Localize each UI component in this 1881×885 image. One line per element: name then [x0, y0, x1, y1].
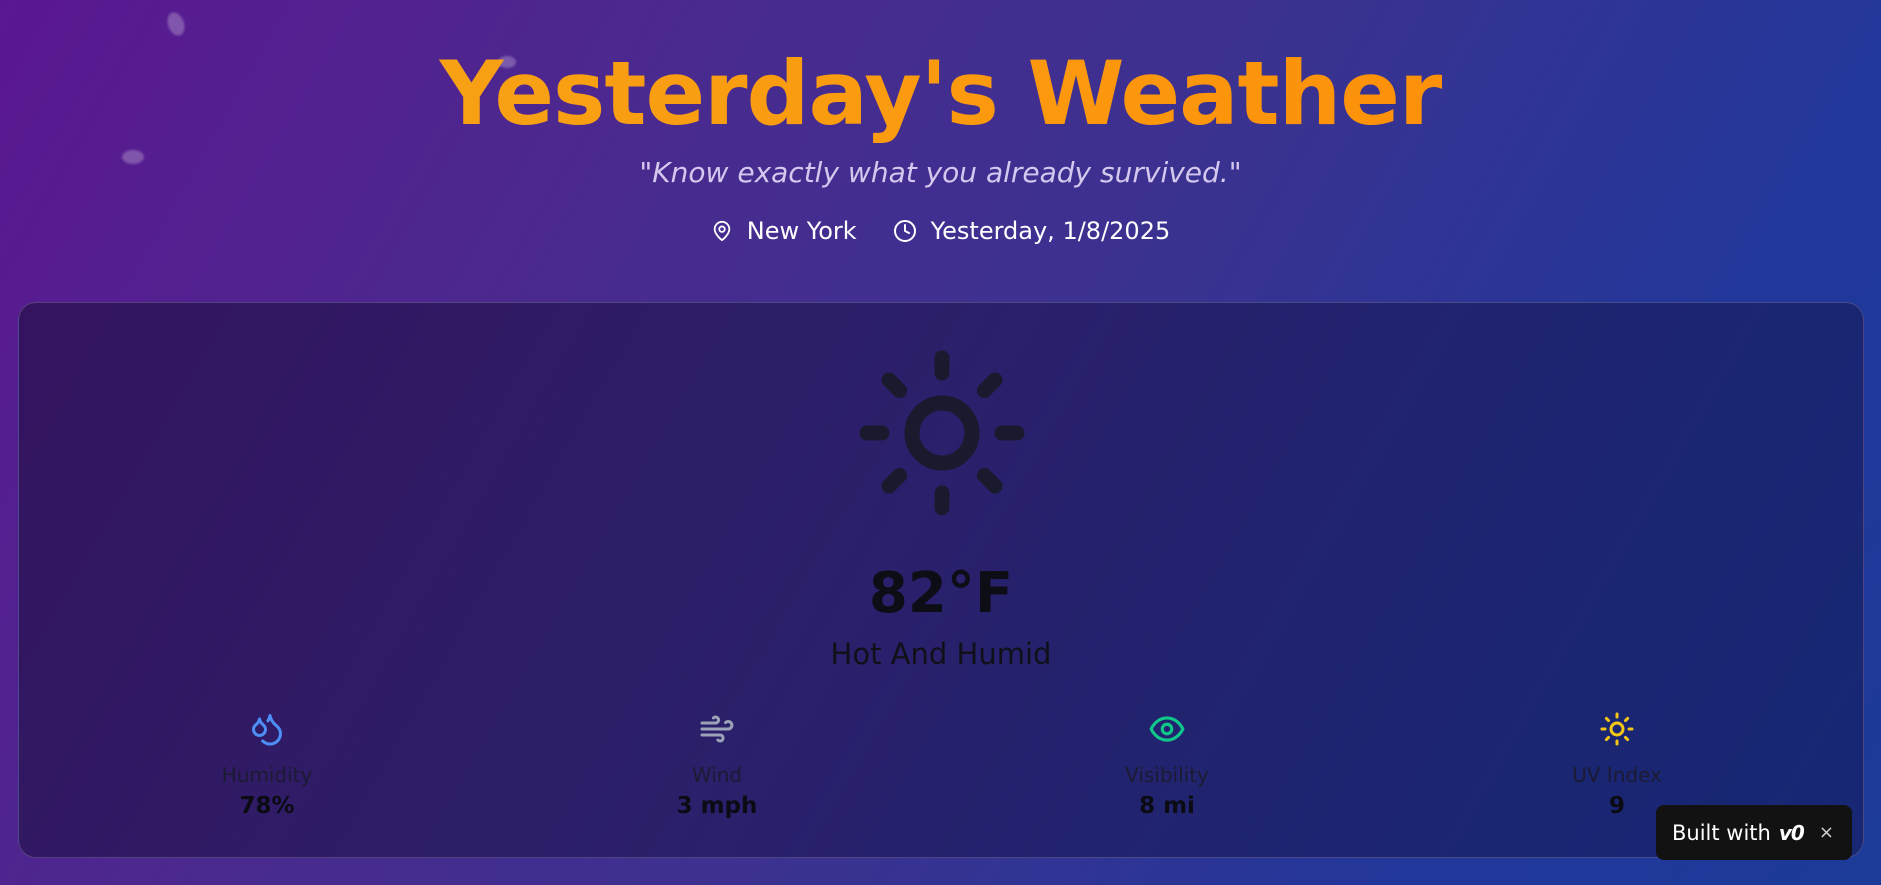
close-icon[interactable]: ×: [1819, 822, 1834, 843]
stat-wind: Wind 3 mph: [597, 709, 837, 819]
stat-humidity: Humidity 78%: [147, 709, 387, 819]
location: New York: [711, 217, 857, 245]
stat-label: Wind: [691, 763, 743, 787]
v0-logo: v0: [1778, 820, 1805, 845]
stat-uv-index: UV Index 9: [1497, 709, 1737, 819]
sun-icon: [1497, 709, 1737, 749]
badge-text: Built with: [1672, 820, 1771, 845]
stat-value: 3 mph: [676, 793, 758, 819]
temperature: 82°F: [868, 561, 1014, 626]
condition: Hot And Humid: [830, 637, 1052, 671]
date-label: Yesterday, 1/8/2025: [930, 217, 1171, 245]
stat-visibility: Visibility 8 mi: [1047, 709, 1287, 819]
background-blob: [164, 9, 188, 39]
eye-icon: [1047, 709, 1287, 749]
map-pin-icon: [711, 219, 733, 243]
sun-icon: [852, 343, 1032, 528]
stat-value: 8 mi: [1139, 793, 1195, 819]
stat-label: Visibility: [1125, 763, 1209, 787]
clock-icon: [893, 219, 917, 243]
weather-card: 82°F Hot And Humid Humidity 78% Wind 3 m…: [18, 302, 1864, 858]
date: Yesterday, 1/8/2025: [893, 217, 1171, 245]
wind-icon: [597, 709, 837, 749]
page-header: Yesterday's Weather "Know exactly what y…: [0, 42, 1881, 245]
droplets-icon: [147, 709, 387, 749]
stat-label: UV Index: [1572, 763, 1662, 787]
meta-row: New York Yesterday, 1/8/2025: [0, 217, 1881, 245]
tagline: "Know exactly what you already survived.…: [639, 156, 1242, 189]
built-with-badge[interactable]: Built with v0 ×: [1656, 805, 1852, 860]
page-title: Yesterday's Weather: [0, 42, 1881, 146]
stat-value: 78%: [239, 793, 295, 819]
stat-label: Humidity: [221, 763, 313, 787]
location-label: New York: [746, 217, 857, 245]
